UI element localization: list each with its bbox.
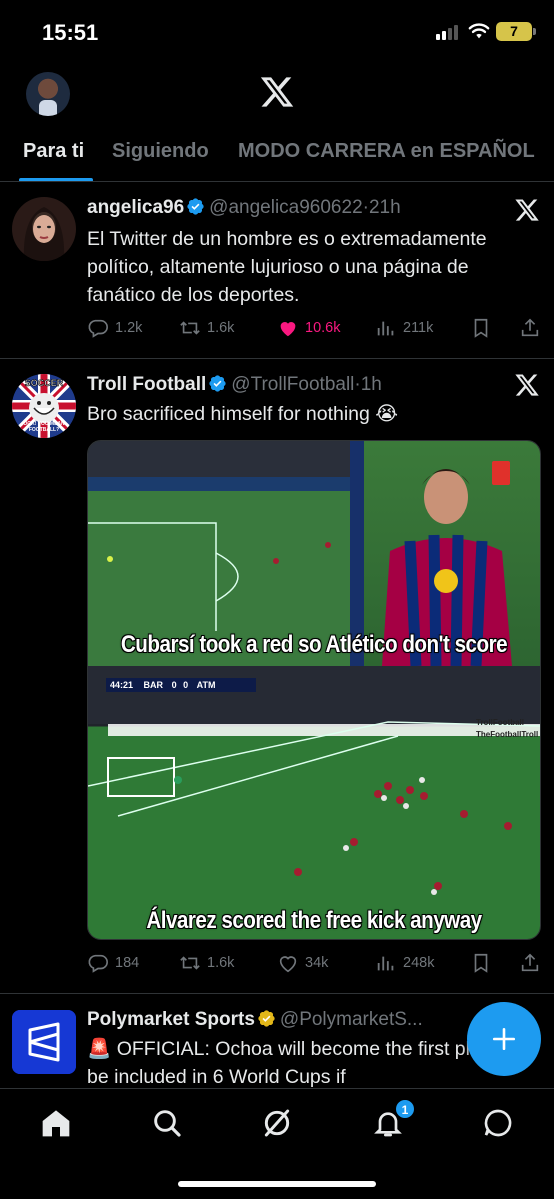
bookmark-icon bbox=[474, 318, 488, 338]
display-name[interactable]: Troll Football bbox=[87, 374, 206, 395]
avatar[interactable] bbox=[12, 197, 76, 261]
post-angelica96[interactable]: angelica96 @angelica960622·21h El Twitter… bbox=[0, 183, 554, 359]
like-button[interactable]: 34k bbox=[277, 952, 328, 974]
share-button[interactable] bbox=[519, 952, 541, 974]
like-button[interactable]: 10.6k bbox=[277, 317, 340, 339]
messages-icon[interactable] bbox=[482, 1107, 514, 1139]
avatar[interactable] bbox=[12, 1010, 76, 1074]
meme-panel-freekick: 44:21 BAR 0 0 ATM TrollFootball TheFootb… bbox=[88, 666, 540, 939]
compose-post-button[interactable] bbox=[467, 1002, 541, 1076]
search-icon[interactable] bbox=[151, 1107, 183, 1139]
active-tab-indicator bbox=[19, 178, 93, 181]
views-count: 211k bbox=[403, 320, 434, 336]
tab-para-ti[interactable]: Para ti bbox=[23, 140, 84, 163]
post-text: Bro sacrificed himself for nothing 😭 bbox=[87, 403, 399, 425]
repost-count: 1.6k bbox=[207, 955, 235, 971]
views-icon bbox=[377, 956, 394, 971]
user-handle[interactable]: @TrollFootball bbox=[231, 374, 354, 395]
post-text: El Twitter de un hombre es o extremadame… bbox=[87, 228, 487, 306]
wifi-icon bbox=[468, 23, 490, 39]
views-button[interactable]: 211k bbox=[375, 317, 433, 339]
notification-badge: 1 bbox=[395, 1099, 415, 1119]
post-header: angelica96 @angelica960622·21h bbox=[87, 197, 507, 219]
profile-avatar[interactable] bbox=[26, 72, 70, 116]
x-logo-icon[interactable] bbox=[514, 372, 540, 398]
home-score: 0 bbox=[171, 680, 177, 690]
user-handle[interactable]: @PolymarketS... bbox=[280, 1009, 423, 1030]
meme-caption-bottom: Álvarez scored the free kick anyway bbox=[146, 906, 483, 935]
match-clock: 44:21 bbox=[110, 680, 134, 690]
timeline-tabs: Para ti Siguiendo MODO CARRERA en ESPAÑO… bbox=[0, 128, 554, 182]
battery-icon: 7 bbox=[496, 22, 532, 41]
plus-icon bbox=[492, 1027, 516, 1051]
verified-badge-icon bbox=[209, 375, 226, 392]
repost-count: 1.6k bbox=[207, 320, 235, 336]
tab-siguiendo[interactable]: Siguiendo bbox=[112, 140, 209, 163]
meme-caption-top: Cubarsí took a red so Atlético don't sco… bbox=[120, 630, 508, 659]
grok-icon[interactable] bbox=[261, 1107, 293, 1139]
status-time: 15:51 bbox=[42, 20, 99, 45]
repost-button[interactable]: 1.6k bbox=[179, 317, 234, 339]
reply-icon bbox=[88, 319, 108, 338]
reply-count: 184 bbox=[115, 955, 140, 971]
post-media-image[interactable]: Cubarsí took a red so Atlético don't sco… bbox=[87, 440, 541, 940]
repost-icon bbox=[180, 321, 200, 335]
polymarket-logo bbox=[12, 1010, 76, 1074]
post-actions: 184 1.6k 34k 248k bbox=[87, 952, 542, 976]
verified-gold-badge-icon bbox=[258, 1010, 275, 1027]
bookmark-button[interactable] bbox=[470, 317, 492, 339]
cellular-signal-icon bbox=[436, 24, 458, 40]
views-count: 248k bbox=[403, 955, 435, 971]
tab-modo-carrera[interactable]: MODO CARRERA en ESPAÑOL bbox=[238, 140, 535, 163]
avatar-text-top: SOCCER bbox=[24, 378, 64, 389]
display-name[interactable]: Polymarket Sports bbox=[87, 1009, 255, 1030]
repost-button[interactable]: 1.6k bbox=[179, 952, 234, 974]
reply-icon bbox=[88, 954, 108, 973]
away-score: 0 bbox=[183, 680, 189, 690]
share-button[interactable] bbox=[519, 317, 541, 339]
reply-count: 1.2k bbox=[115, 320, 143, 336]
home-indicator bbox=[178, 1181, 376, 1187]
repost-icon bbox=[180, 956, 200, 970]
away-team: ATM bbox=[196, 680, 216, 690]
views-icon bbox=[377, 321, 394, 336]
reply-button[interactable]: 1.2k bbox=[87, 317, 142, 339]
x-logo-icon bbox=[260, 77, 294, 107]
share-icon bbox=[521, 953, 539, 972]
watermark-trollfootball: TrollFootball bbox=[476, 718, 524, 727]
x-logo-icon[interactable] bbox=[514, 197, 540, 223]
like-count: 10.6k bbox=[305, 320, 341, 336]
reply-button[interactable]: 184 bbox=[87, 952, 139, 974]
bookmark-icon bbox=[474, 953, 488, 973]
heart-filled-icon bbox=[280, 322, 296, 337]
avatar[interactable]: SOCCER OOK! YOU MEAN FOOTBALL? bbox=[12, 374, 76, 438]
freekick-scene bbox=[88, 666, 540, 895]
home-team: BAR bbox=[143, 680, 164, 690]
post-header: Troll Football @TrollFootball·1h bbox=[87, 374, 507, 396]
watermark-thefootballtroll: TheFootballTroll bbox=[476, 730, 539, 739]
avatar-text-bottom: OOK! YOU MEAN FOOTBALL? bbox=[23, 421, 65, 433]
match-scoreboard: 44:21 BAR 0 0 ATM bbox=[106, 678, 256, 692]
share-icon bbox=[521, 318, 539, 337]
post-time: 1h bbox=[360, 374, 382, 395]
bookmark-button[interactable] bbox=[470, 952, 492, 974]
battery-tip bbox=[533, 28, 536, 35]
verified-badge-icon bbox=[187, 198, 204, 215]
user-handle[interactable]: @angelica960622 bbox=[209, 197, 362, 218]
avatar-portrait bbox=[23, 207, 65, 261]
heart-icon bbox=[279, 956, 297, 973]
display-name[interactable]: angelica96 bbox=[87, 197, 184, 218]
post-time: 21h bbox=[368, 197, 401, 218]
status-bar: 15:51 7 bbox=[0, 0, 554, 64]
post-actions: 1.2k 1.6k 10.6k 211k bbox=[87, 317, 542, 341]
like-count: 34k bbox=[305, 955, 329, 971]
post-header: Polymarket Sports @PolymarketS... bbox=[87, 1009, 507, 1031]
home-icon[interactable] bbox=[40, 1107, 72, 1139]
views-button[interactable]: 248k bbox=[375, 952, 434, 974]
